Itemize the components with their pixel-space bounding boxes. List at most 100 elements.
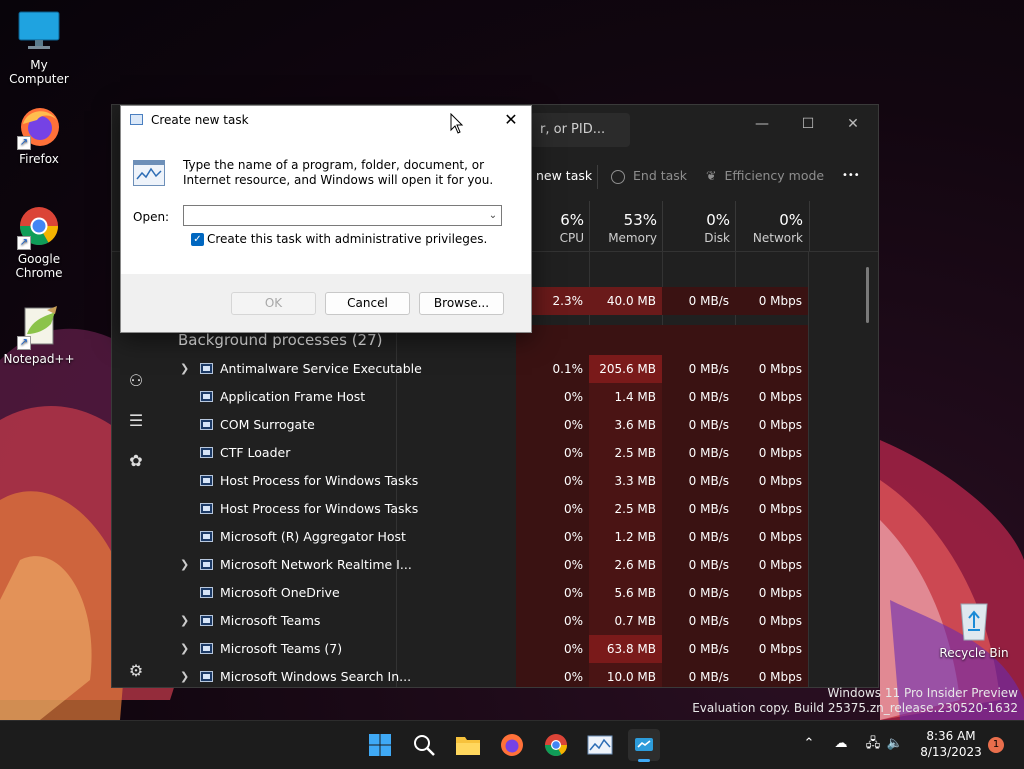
process-search-input[interactable]: r, or PID... (530, 113, 630, 147)
network-cell: 0 Mbps (735, 383, 808, 411)
desktop-icon-recycle-bin[interactable]: Recycle Bin (936, 598, 1012, 660)
dialog-body: Type the name of a program, folder, docu… (121, 134, 531, 274)
process-icon (200, 643, 213, 654)
table-row[interactable]: CTF Loader 0% 2.5 MB 0 MB/s 0 Mbps (112, 439, 867, 467)
disk-cell: 0 MB/s (662, 579, 735, 607)
desktop-icon-firefox[interactable]: ↗ Firefox (1, 104, 77, 166)
cpu-cell: 0% (516, 635, 589, 663)
table-row[interactable]: COM Surrogate 0% 3.6 MB 0 MB/s 0 Mbps (112, 411, 867, 439)
maximize-button[interactable]: ☐ (788, 111, 828, 137)
onedrive-offline-icon[interactable]: ☁ (832, 735, 850, 753)
network-icon[interactable]: 🖧 (864, 735, 882, 753)
table-row[interactable]: Host Process for Windows Tasks 0% 3.3 MB 0 … (112, 467, 867, 495)
clock-date: 8/13/2023 (920, 745, 982, 759)
table-row[interactable]: ❯ Microsoft Teams (7) 0% 63.8 MB 0 MB/s 0 Mbp… (112, 635, 867, 663)
run-new-task-button[interactable]: new task (536, 165, 592, 187)
table-row[interactable]: Host Process for Windows Tasks 0% 2.5 MB 0 … (112, 495, 867, 523)
shortcut-arrow-icon: ↗ (17, 136, 31, 150)
show-hidden-icons-chevron-up-icon[interactable]: ⌃ (800, 735, 818, 753)
process-icon (200, 475, 213, 486)
table-row[interactable]: ❯ Antimalware Service Executable 0.1% 205.6… (112, 355, 867, 383)
volume-icon[interactable]: 🔈 (886, 735, 904, 753)
search-icon (414, 735, 435, 756)
task-manager-icon (635, 738, 653, 751)
memory-cell: 40.0 MB (589, 287, 662, 315)
chrome-taskbar-button[interactable] (540, 729, 572, 761)
process-name: CTF Loader (220, 445, 291, 460)
efficiency-mode-button[interactable]: ❦ Efficiency mode (706, 165, 824, 187)
end-task-button[interactable]: End task (611, 165, 687, 187)
chevron-right-icon[interactable]: ❯ (180, 607, 189, 635)
column-network[interactable]: 0% Network (735, 201, 810, 251)
table-row[interactable]: Application Frame Host 0% 1.4 MB 0 MB/s 0 Mb… (112, 383, 867, 411)
memory-cell: 2.6 MB (589, 551, 662, 579)
disk-cell: 0 MB/s (662, 383, 735, 411)
chevron-right-icon[interactable]: ❯ (180, 355, 189, 383)
close-window-button[interactable]: ✕ (833, 111, 873, 137)
more-options-button[interactable]: ••• (842, 165, 860, 187)
cpu-cell: 0% (516, 439, 589, 467)
search-button[interactable] (408, 729, 440, 761)
table-row[interactable]: Microsoft OneDrive 0% 5.6 MB 0 MB/s 0 Mbps (112, 579, 867, 607)
file-explorer-taskbar-button[interactable] (452, 729, 484, 761)
dialog-titlebar[interactable]: Create new task ✕ (121, 106, 531, 134)
process-name: Microsoft OneDrive (220, 585, 340, 600)
desktop-icon-notepad-plus-plus[interactable]: ↗ Notepad++ (1, 304, 77, 366)
column-memory[interactable]: 53% Memory (589, 201, 663, 251)
cpu-cell: 0% (516, 551, 589, 579)
taskbar: ⌃ ☁ 🖧 🔈 8:36 AM 8/13/2023 1 (0, 720, 1024, 769)
memory-total: 53% (623, 211, 657, 229)
chevron-right-icon[interactable]: ❯ (180, 663, 189, 687)
disk-cell: 0 MB/s (662, 607, 735, 635)
create-new-task-dialog: Create new task ✕ Type the name of a pro… (120, 105, 532, 333)
disk-cell: 0 MB/s (662, 467, 735, 495)
ok-button[interactable]: OK (231, 292, 316, 315)
chevron-right-icon[interactable]: ❯ (180, 551, 189, 579)
desktop-icon-my-computer[interactable]: My Computer (1, 10, 77, 86)
cancel-button[interactable]: Cancel (325, 292, 410, 315)
process-name: Antimalware Service Executable (220, 361, 422, 376)
desktop-icon-google-chrome[interactable]: ↗ Google Chrome (1, 204, 77, 280)
firefox-icon: ↗ (17, 104, 61, 150)
open-combobox-input[interactable] (183, 205, 502, 226)
memory-label: Memory (608, 231, 657, 245)
disk-cell: 0 MB/s (662, 287, 735, 315)
start-button[interactable] (364, 729, 396, 761)
desktop-icon-label: Recycle Bin (939, 646, 1009, 660)
chrome-icon: ↗ (17, 204, 61, 250)
dialog-title: Create new task (151, 113, 249, 127)
monitor-icon (17, 10, 61, 54)
process-icon (200, 447, 213, 458)
minimize-button[interactable]: — (742, 111, 782, 137)
column-disk[interactable]: 0% Disk (662, 201, 736, 251)
watermark-line-1: Windows 11 Pro Insider Preview (827, 686, 1018, 700)
network-cell: 0 Mbps (735, 607, 808, 635)
memory-cell: 3.6 MB (589, 411, 662, 439)
process-name: Application Frame Host (220, 389, 366, 404)
table-row[interactable]: ❯ Microsoft Windows Search In... 0% 10.0 MB… (112, 663, 867, 687)
table-row[interactable]: Microsoft (R) Aggregator Host 0% 1.2 MB 0 M… (112, 523, 867, 551)
chevron-down-icon[interactable]: ⌄ (485, 206, 501, 225)
task-manager-taskbar-button[interactable] (628, 729, 660, 762)
browse-button[interactable]: Browse... (419, 292, 504, 315)
clock[interactable]: 8:36 AM 8/13/2023 (916, 728, 986, 760)
admin-privileges-label[interactable]: Create this task with administrative pri… (207, 232, 487, 246)
notification-badge[interactable]: 1 (988, 737, 1004, 753)
run-taskbar-button[interactable] (584, 729, 616, 761)
cpu-cell: 0% (516, 523, 589, 551)
disk-cell: 0 MB/s (662, 411, 735, 439)
network-cell: 0 Mbps (735, 663, 808, 687)
chevron-right-icon[interactable]: ❯ (180, 635, 189, 663)
admin-privileges-checkbox[interactable]: ✓ (191, 233, 204, 246)
dialog-close-button[interactable]: ✕ (497, 108, 525, 132)
end-task-label: End task (633, 168, 688, 183)
vertical-scrollbar[interactable] (866, 267, 869, 323)
firefox-taskbar-button[interactable] (496, 729, 528, 761)
table-row[interactable]: ❯ Microsoft Teams 0% 0.7 MB 0 MB/s 0 Mbps (112, 607, 867, 635)
cpu-cell: 0% (516, 411, 589, 439)
process-icon (200, 615, 213, 626)
clock-time: 8:36 AM (926, 729, 976, 743)
table-row[interactable]: ❯ Microsoft Network Realtime I... 0% 2.6 MB… (112, 551, 867, 579)
process-icon (200, 391, 213, 402)
cpu-cell: 0% (516, 383, 589, 411)
